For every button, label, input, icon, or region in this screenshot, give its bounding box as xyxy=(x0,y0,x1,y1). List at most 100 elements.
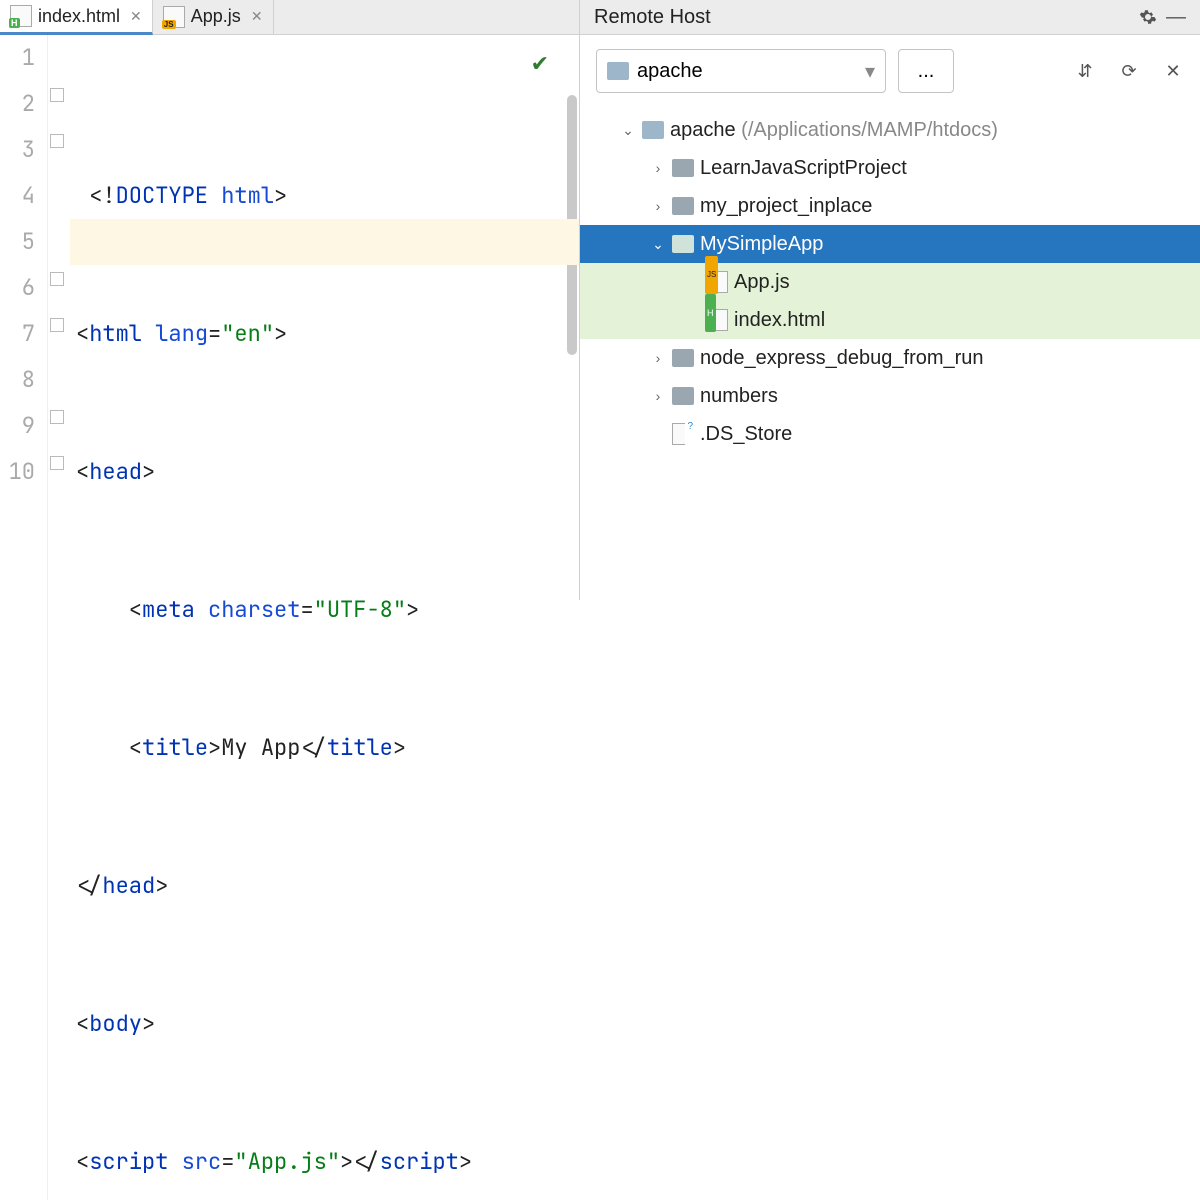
remote-host-panel: Remote Host — apache ▾ ... ⇵ ⟳ ✕ ⌄ apach… xyxy=(580,0,1200,600)
tree-file[interactable]: index.html xyxy=(580,301,1200,339)
line-number: 9 xyxy=(0,403,35,449)
compare-icon[interactable]: ⇵ xyxy=(1074,60,1096,82)
t: = xyxy=(208,319,221,348)
editor-tab-bar: index.html ✕ App.js ✕ xyxy=(0,0,579,35)
tab-label: index.html xyxy=(38,6,120,27)
tab-app-js[interactable]: App.js ✕ xyxy=(153,0,274,34)
current-line-highlight xyxy=(70,219,579,265)
tree-folder[interactable]: › LearnJavaScriptProject xyxy=(580,149,1200,187)
t: "App.js" xyxy=(234,1147,340,1176)
fold-marker-icon[interactable] xyxy=(50,134,64,148)
tree-folder[interactable]: › my_project_inplace xyxy=(580,187,1200,225)
close-icon[interactable]: ✕ xyxy=(251,8,263,25)
t: html xyxy=(89,319,155,348)
tab-index-html[interactable]: index.html ✕ xyxy=(0,0,153,35)
t: <! xyxy=(89,181,115,210)
browse-label: ... xyxy=(918,60,935,83)
fold-marker-icon[interactable] xyxy=(50,410,64,424)
line-number: 2 xyxy=(0,81,35,127)
server-select[interactable]: apache ▾ xyxy=(596,49,886,93)
t: > xyxy=(274,319,287,348)
t: src xyxy=(182,1147,222,1176)
t: title xyxy=(327,733,393,762)
fold-marker-icon[interactable] xyxy=(50,456,64,470)
chevron-right-icon[interactable]: › xyxy=(650,377,666,415)
chevron-down-icon: ▾ xyxy=(865,59,875,84)
t: < xyxy=(76,1009,89,1038)
close-icon[interactable]: ✕ xyxy=(130,8,142,25)
tree-file[interactable]: App.js xyxy=(580,263,1200,301)
t: html xyxy=(221,181,274,210)
tree-file[interactable]: .DS_Store xyxy=(580,415,1200,453)
js-file-icon xyxy=(163,6,185,28)
code-area[interactable]: <!DOCTYPE html> <html lang="en"> <head> … xyxy=(70,35,579,1200)
tree-folder-label: my_project_inplace xyxy=(700,187,872,225)
line-number: 1 xyxy=(0,35,35,81)
line-number-gutter: 1 2 3 4 5 6 7 8 9 10 xyxy=(0,35,48,1200)
fold-marker-icon[interactable] xyxy=(50,318,64,332)
tree-folder-label: node_express_debug_from_run xyxy=(700,339,984,377)
remote-file-tree: ⌄ apache (/Applications/MAMP/htdocs) › L… xyxy=(580,107,1200,457)
chevron-right-icon[interactable]: › xyxy=(650,339,666,377)
t: > xyxy=(274,181,287,210)
t: > xyxy=(155,871,168,900)
t: body xyxy=(89,1009,142,1038)
tree-file-label: App.js xyxy=(734,263,790,301)
t: > xyxy=(459,1147,472,1176)
t: lang xyxy=(155,319,208,348)
line-number: 6 xyxy=(0,265,35,311)
refresh-icon[interactable]: ⟳ xyxy=(1118,60,1140,82)
tree-folder[interactable]: › numbers xyxy=(580,377,1200,415)
line-number: 3 xyxy=(0,127,35,173)
t: = xyxy=(221,1147,234,1176)
tree-folder-selected[interactable]: ⌄ MySimpleApp xyxy=(580,225,1200,263)
tree-file-label: .DS_Store xyxy=(700,415,792,453)
t: DOCTYPE xyxy=(116,181,222,210)
remote-tool-icons: ⇵ ⟳ ✕ xyxy=(1074,60,1184,82)
t: > xyxy=(142,1009,155,1038)
t: meta xyxy=(142,595,208,624)
minimize-icon[interactable]: — xyxy=(1166,7,1186,27)
t: </ xyxy=(300,733,326,762)
editor-body[interactable]: ✔ 1 2 3 4 5 6 7 8 9 10 <!DOCTYPE html> <… xyxy=(0,35,579,1200)
gear-icon[interactable] xyxy=(1138,7,1158,27)
close-icon[interactable]: ✕ xyxy=(1162,60,1184,82)
tree-file-label: index.html xyxy=(734,301,825,339)
server-icon xyxy=(607,62,629,80)
server-folder-icon xyxy=(642,121,664,139)
tree-folder-label: LearnJavaScriptProject xyxy=(700,149,907,187)
t: = xyxy=(300,595,313,624)
line-number: 8 xyxy=(0,357,35,403)
fold-marker-icon[interactable] xyxy=(50,272,64,286)
t: < xyxy=(76,1147,89,1176)
chevron-right-icon[interactable]: › xyxy=(650,187,666,225)
remote-toolbar: apache ▾ ... ⇵ ⟳ ✕ xyxy=(580,35,1200,107)
tree-folder[interactable]: › node_express_debug_from_run xyxy=(580,339,1200,377)
line-number: 4 xyxy=(0,173,35,219)
remote-host-title: Remote Host xyxy=(594,6,711,29)
t: "en" xyxy=(221,319,274,348)
line-number: 7 xyxy=(0,311,35,357)
t: title xyxy=(142,733,208,762)
tree-folder-label: MySimpleApp xyxy=(700,225,823,263)
tree-root-label: apache (/Applications/MAMP/htdocs) xyxy=(670,111,998,149)
t: "UTF-8" xyxy=(314,595,406,624)
t: > xyxy=(393,733,406,762)
chevron-down-icon[interactable]: ⌄ xyxy=(650,225,666,263)
chevron-down-icon[interactable]: ⌄ xyxy=(620,111,636,149)
folder-icon xyxy=(672,349,694,367)
folder-icon xyxy=(672,197,694,215)
tab-label: App.js xyxy=(191,6,241,27)
html-file-icon xyxy=(706,309,728,331)
remote-host-header: Remote Host — xyxy=(580,0,1200,35)
tree-root[interactable]: ⌄ apache (/Applications/MAMP/htdocs) xyxy=(580,111,1200,149)
fold-marker-icon[interactable] xyxy=(50,88,64,102)
inspection-ok-icon[interactable]: ✔ xyxy=(531,41,549,87)
t: head xyxy=(102,871,155,900)
folder-icon xyxy=(672,159,694,177)
browse-button[interactable]: ... xyxy=(898,49,954,93)
t: apache xyxy=(670,119,736,141)
t: (/Applications/MAMP/htdocs) xyxy=(736,119,998,141)
chevron-right-icon[interactable]: › xyxy=(650,149,666,187)
server-select-value: apache xyxy=(637,60,703,83)
